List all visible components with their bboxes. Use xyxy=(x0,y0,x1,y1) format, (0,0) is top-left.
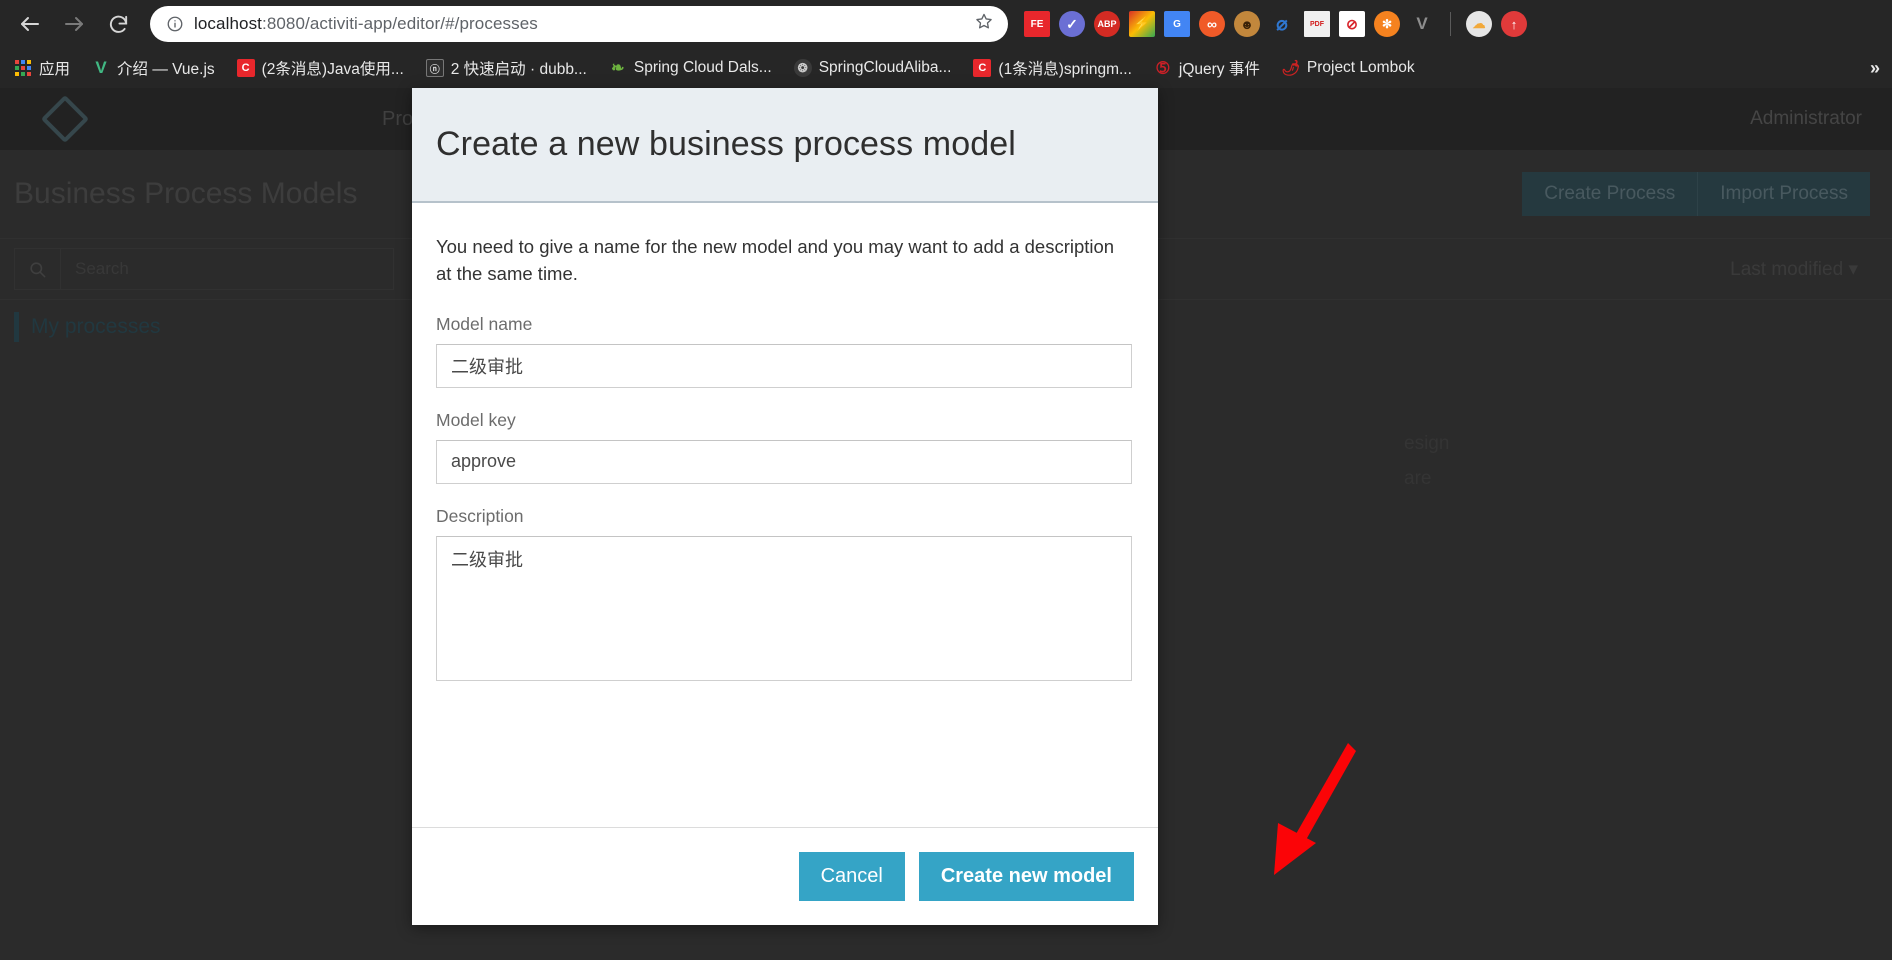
bookmark-dubbo-label: 2 快速启动 · dubb... xyxy=(450,61,587,78)
model-key-label: Model key xyxy=(436,409,516,430)
csdn-icon: C xyxy=(973,59,992,77)
model-key-field-group: Model key xyxy=(436,410,1134,484)
bookmark-springcloudalibaba-label: SpringCloudAliba... xyxy=(818,59,952,76)
bookmark-csdn-springm-label: (1条消息)springm... xyxy=(998,61,1132,78)
browser-chrome: localhost:8080/activiti-app/editor/#/pro… xyxy=(0,0,1892,88)
checkmark-circle-extension-icon[interactable]: ✓ xyxy=(1059,11,1085,37)
extension-icons: FE ✓ ABP ⚡ G ∞ ☻ ⌀ PDF ⊘ ✻ V ☁ ↑ xyxy=(1024,11,1527,37)
forward-arrow-icon[interactable] xyxy=(52,2,96,46)
colorful-lightning-extension-icon[interactable]: ⚡ xyxy=(1129,11,1155,37)
spring-leaf-icon: ❧ xyxy=(611,60,625,77)
csdn-icon: C xyxy=(236,59,255,77)
apps-grid-icon xyxy=(14,59,32,77)
bookmark-csdn-java-label: (2条消息)Java使用... xyxy=(261,61,404,78)
monkey-face-extension-icon[interactable]: ☻ xyxy=(1234,11,1260,37)
jquery-icon: ➄ xyxy=(1156,60,1170,77)
description-label: Description xyxy=(436,505,524,526)
bookmark-dubbo[interactable]: ⓝ 2 快速启动 · dubb... xyxy=(425,57,587,79)
model-name-input[interactable] xyxy=(436,343,1132,388)
dialog-header: Create a new business process model xyxy=(412,88,1158,203)
bookmark-apps[interactable]: 应用 xyxy=(14,57,70,79)
block-site-extension-icon[interactable]: ⊘ xyxy=(1339,11,1365,37)
infinity-extension-icon[interactable]: ∞ xyxy=(1199,11,1225,37)
bookmark-csdn-java[interactable]: C (2条消息)Java使用... xyxy=(236,57,404,79)
description-textarea[interactable] xyxy=(436,535,1132,681)
adblock-plus-extension-icon[interactable]: ABP xyxy=(1094,11,1120,37)
dubbo-icon: ⓝ xyxy=(425,59,444,77)
bookmark-vuejs[interactable]: V 介绍 — Vue.js xyxy=(92,57,215,79)
bookmarks-overflow-button[interactable]: » xyxy=(1870,58,1880,79)
bookmark-jquery-events-label: jQuery 事件 xyxy=(1178,61,1260,78)
bookmark-jquery-events[interactable]: ➄ jQuery 事件 xyxy=(1154,57,1260,79)
model-key-input[interactable] xyxy=(436,439,1132,484)
vue-devtools-extension-icon[interactable]: V xyxy=(1409,11,1435,37)
bookmark-star-icon[interactable] xyxy=(974,12,994,37)
bookmarks-bar: 应用 V 介绍 — Vue.js C (2条消息)Java使用... ⓝ 2 快… xyxy=(0,48,1892,88)
url-text: localhost:8080/activiti-app/editor/#/pro… xyxy=(194,14,538,33)
back-arrow-icon[interactable] xyxy=(8,2,52,46)
pdfjs-extension-icon[interactable]: PDF xyxy=(1304,11,1330,37)
site-info-icon[interactable] xyxy=(166,15,184,33)
dialog-body: You need to give a name for the new mode… xyxy=(412,203,1158,827)
dialog-intro-text: You need to give a name for the new mode… xyxy=(436,236,1115,285)
address-bar[interactable]: localhost:8080/activiti-app/editor/#/pro… xyxy=(150,6,1008,42)
orange-dot-extension-icon[interactable]: ✻ xyxy=(1374,11,1400,37)
create-new-model-button[interactable]: Create new model xyxy=(918,852,1134,901)
bookmark-csdn-springm[interactable]: C (1条消息)springm... xyxy=(973,57,1132,79)
bookmark-springcloudalibaba[interactable]: ❂ SpringCloudAliba... xyxy=(793,59,952,77)
github-icon: ❂ xyxy=(793,59,812,77)
bookmark-apps-label: 应用 xyxy=(39,61,71,78)
create-process-model-dialog: Create a new business process model You … xyxy=(412,88,1158,925)
bookmark-spring-cloud-dals-label: Spring Cloud Dals... xyxy=(633,59,772,76)
model-name-label: Model name xyxy=(436,313,533,334)
google-translate-extension-icon[interactable]: G xyxy=(1164,11,1190,37)
leaf-pen-extension-icon[interactable]: ⌀ xyxy=(1269,11,1295,37)
toolbar-divider xyxy=(1450,12,1451,36)
bookmark-project-lombok-label: Project Lombok xyxy=(1306,59,1415,76)
cancel-button[interactable]: Cancel xyxy=(798,852,905,901)
model-name-field-group: Model name xyxy=(436,314,1134,388)
dialog-footer: Cancel Create new model xyxy=(412,827,1158,925)
fe-extension-icon[interactable]: FE xyxy=(1024,11,1050,37)
bookmark-project-lombok[interactable]: 🌶 Project Lombok xyxy=(1282,59,1415,77)
bookmark-vuejs-label: 介绍 — Vue.js xyxy=(117,61,215,78)
reload-icon[interactable] xyxy=(96,2,140,46)
vue-logo-icon: V xyxy=(95,59,107,77)
bookmark-spring-cloud-dals[interactable]: ❧ Spring Cloud Dals... xyxy=(609,59,772,77)
dialog-title: Create a new business process model xyxy=(436,125,1016,163)
description-field-group: Description xyxy=(436,506,1134,686)
chili-pepper-icon: 🌶 xyxy=(1281,60,1300,77)
weather-extension-icon[interactable]: ☁ xyxy=(1466,11,1492,37)
browser-toolbar: localhost:8080/activiti-app/editor/#/pro… xyxy=(0,0,1892,48)
upload-arrow-extension-icon[interactable]: ↑ xyxy=(1501,11,1527,37)
